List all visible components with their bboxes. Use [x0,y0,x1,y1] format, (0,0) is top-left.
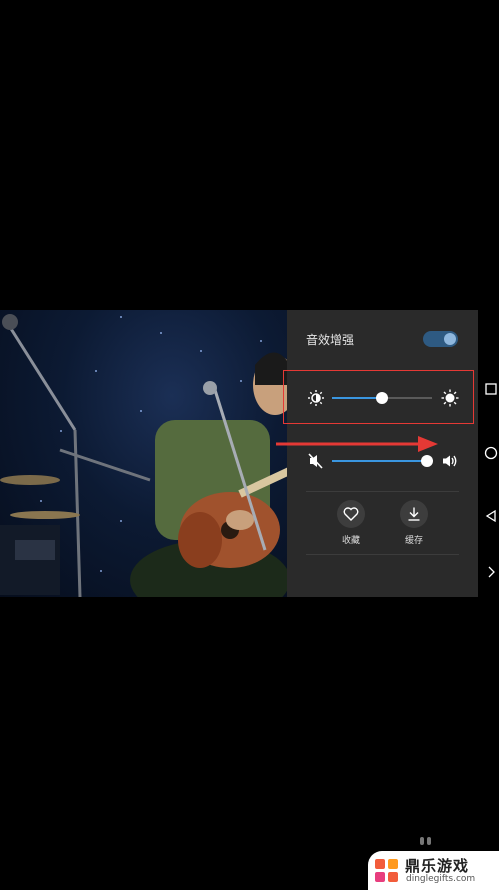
cache-label: 缓存 [404,536,423,546]
volume-fill [332,460,427,462]
download-icon [408,507,420,521]
divider-bottom [306,554,459,555]
gray-mark [420,837,431,845]
volume-row [287,446,478,476]
watermark-logo [375,859,399,883]
favorite-label: 收藏 [341,536,360,546]
sound-enhance-label: 音效增强 [306,333,355,347]
watermark-url: dinglegifts.com [406,874,476,884]
volume-icon[interactable] [441,452,459,470]
home-icon[interactable] [484,446,498,460]
favorite-circle [337,500,365,528]
sound-enhance-toggle[interactable] [423,331,458,347]
watermark-title: 鼎乐游戏 [405,857,470,875]
chevron-right-icon[interactable] [484,565,498,579]
divider-top [306,491,459,492]
cache-button[interactable]: 缓存 [394,500,434,546]
player-settings-panel: 音效增强 收藏 缓存 [287,310,478,597]
mute-icon[interactable] [307,452,325,470]
concert-scene [0,314,287,597]
favorite-button[interactable]: 收藏 [331,500,371,546]
video-frame[interactable] [0,310,287,597]
heart-icon [343,507,359,521]
brightness-highlight-box [283,370,474,424]
toggle-knob [444,333,456,345]
volume-thumb[interactable] [421,455,433,467]
watermark: 鼎乐游戏 dinglegifts.com [368,851,499,890]
back-icon[interactable] [484,509,498,523]
cache-circle [400,500,428,528]
recent-apps-icon[interactable] [484,382,498,396]
volume-slider[interactable] [332,455,433,467]
